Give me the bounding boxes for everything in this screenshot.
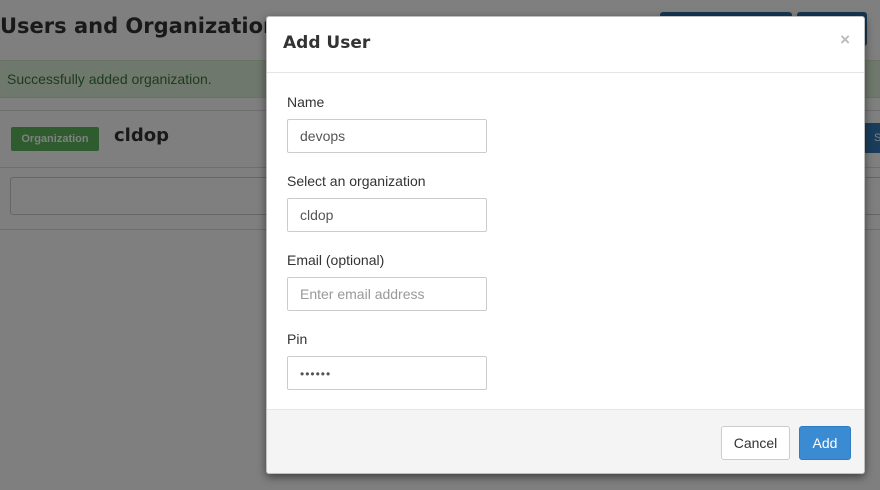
pin-label: Pin: [287, 331, 308, 347]
name-label: Name: [287, 94, 325, 110]
modal-title: Add User: [283, 33, 371, 53]
pin-field[interactable]: ••••••: [287, 356, 487, 390]
add-button[interactable]: Add: [799, 426, 851, 460]
cancel-button[interactable]: Cancel: [721, 426, 790, 460]
name-input[interactable]: devops: [287, 119, 487, 153]
add-user-modal: Add User × Name devops Select an organiz…: [266, 16, 865, 474]
organization-label: Select an organization: [287, 173, 426, 189]
modal-header: Add User ×: [267, 17, 864, 73]
close-icon[interactable]: ×: [840, 31, 850, 48]
email-field[interactable]: Enter email address: [287, 277, 487, 311]
organization-select[interactable]: cldop: [287, 198, 487, 232]
email-label: Email (optional): [287, 252, 385, 268]
pin-value: ••••••: [300, 367, 332, 381]
modal-footer: Cancel Add: [267, 409, 864, 473]
